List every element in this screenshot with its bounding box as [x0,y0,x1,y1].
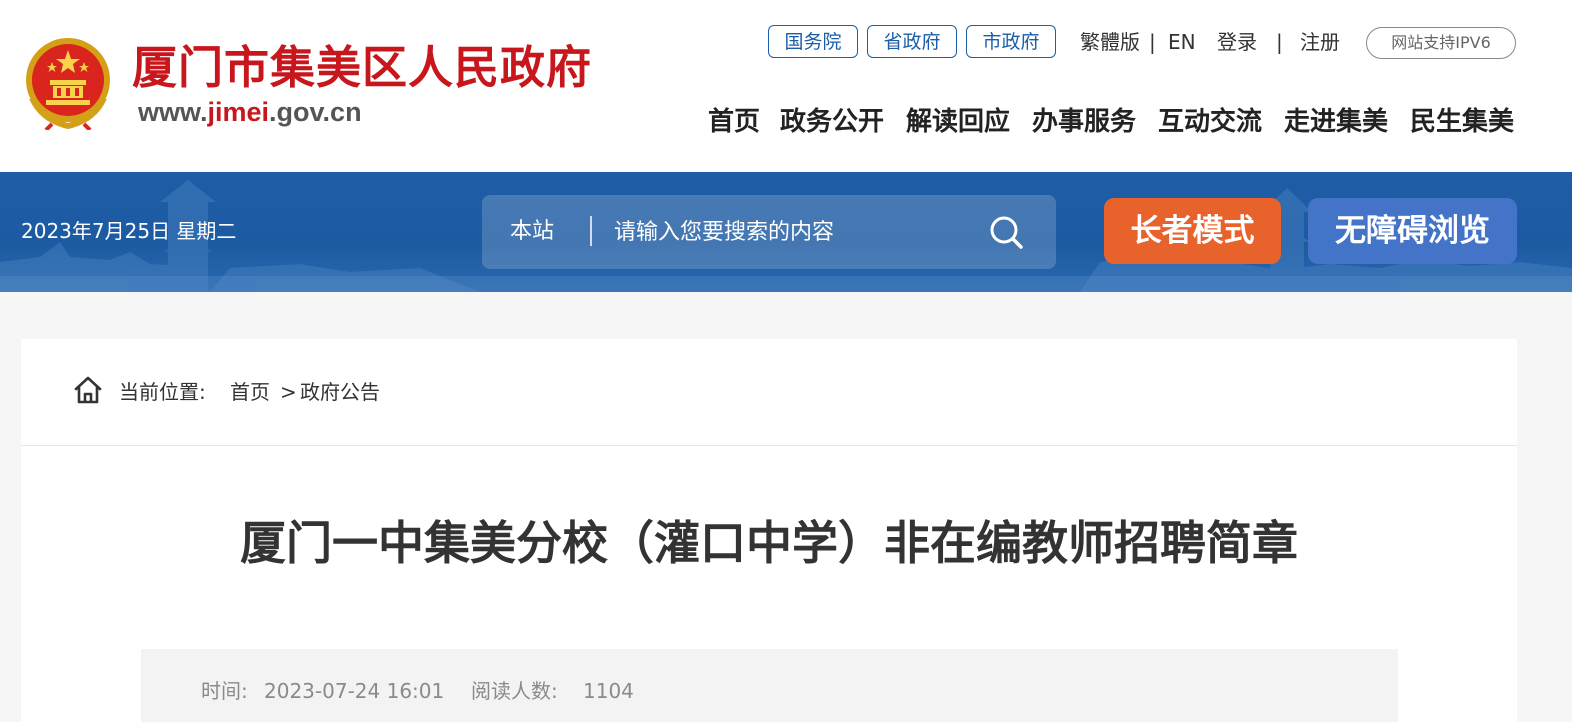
site-header: 厦门市集美区人民政府 www.jimei.gov.cn 国务院 省政府 市政府 … [0,0,1572,172]
current-date: 2023年7月25日 星期二 [21,219,237,243]
nav-interaction[interactable]: 互动交流 [1158,102,1262,142]
link-state-council[interactable]: 国务院 [768,25,858,58]
url-mid: jimei [207,97,270,127]
nav-services[interactable]: 办事服务 [1032,102,1136,142]
time-value: 2023-07-24 16:01 [264,679,445,703]
url-suffix: .gov.cn [269,97,362,127]
nav-livelihood[interactable]: 民生集美 [1410,102,1514,142]
breadcrumb: 当前位置: 首页 > 政府公告 [21,339,1517,446]
link-provincial-gov[interactable]: 省政府 [867,25,957,58]
link-city-gov[interactable]: 市政府 [966,25,1056,58]
site-name[interactable]: 厦门市集美区人民政府 [132,40,592,96]
article-meta: 时间: 2023-07-24 16:01 阅读人数: 1104 [141,649,1398,722]
breadcrumb-current[interactable]: 政府公告 [300,377,380,407]
article-title: 厦门一中集美分校（灌口中学）非在编教师招聘简章 [240,516,1298,570]
top-separator: | [1149,30,1156,54]
nav-gov-affairs[interactable]: 政务公开 [780,102,884,142]
nav-home[interactable]: 首页 [708,102,760,142]
top-banner: 2023年7月25日 星期二 本站 长者模式 无障碍浏览 [0,172,1572,292]
english-link[interactable]: EN [1168,28,1196,56]
accessible-browse-button[interactable]: 无障碍浏览 [1308,198,1517,264]
reads-value: 1104 [583,679,634,703]
search-icon[interactable] [988,214,1024,250]
article-panel: 当前位置: 首页 > 政府公告 厦门一中集美分校（灌口中学）非在编教师招聘简章 … [21,339,1517,722]
breadcrumb-separator: > [280,380,297,404]
register-link[interactable]: 注册 [1300,28,1340,56]
top-separator: | [1276,30,1283,54]
search-bar: 本站 [482,195,1056,269]
breadcrumb-home[interactable]: 首页 [230,377,270,407]
search-divider [590,216,592,246]
search-input[interactable] [614,213,974,251]
breadcrumb-prefix: 当前位置: [119,380,206,404]
site-url: www.jimei.gov.cn [138,95,362,129]
national-emblem-icon[interactable] [22,36,114,130]
search-scope-select[interactable]: 本站 [510,217,554,247]
home-icon [74,376,102,404]
elder-mode-button[interactable]: 长者模式 [1104,198,1281,264]
traditional-chinese-link[interactable]: 繁體版 [1080,28,1140,56]
ipv6-badge: 网站支持IPV6 [1366,27,1516,59]
time-label: 时间: [201,679,248,703]
reads-label: 阅读人数: [471,679,558,703]
nav-interpretation[interactable]: 解读回应 [906,102,1010,142]
login-link[interactable]: 登录 [1217,28,1257,56]
url-prefix: www. [138,97,208,127]
nav-about-jimei[interactable]: 走进集美 [1284,102,1388,142]
